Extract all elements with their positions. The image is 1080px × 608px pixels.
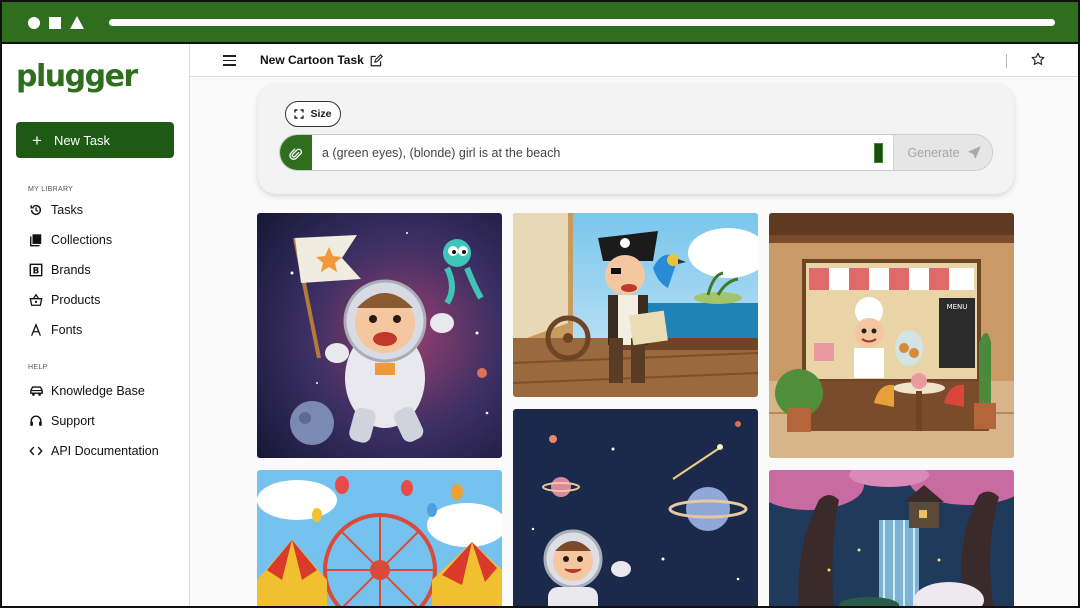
circle-icon[interactable]	[28, 17, 40, 29]
new-task-label: New Task	[53, 132, 111, 148]
car-icon	[28, 383, 44, 399]
history-icon	[28, 202, 44, 218]
headset-icon	[28, 413, 44, 429]
top-bar: New Cartoon Task	[190, 44, 1078, 77]
edit-icon[interactable]	[370, 54, 383, 72]
gallery-image-forest-waterfall[interactable]	[769, 470, 1014, 606]
page-title: New Cartoon Task	[260, 53, 364, 67]
font-icon	[28, 322, 44, 338]
paperclip-icon	[289, 148, 303, 160]
plus-icon: +	[32, 130, 42, 150]
sidebar-item-fonts[interactable]: Fonts	[28, 320, 82, 340]
gallery-image-carnival[interactable]	[257, 470, 502, 606]
generate-label: Generate	[907, 145, 960, 160]
gallery-image-astronaut-planets[interactable]	[513, 409, 758, 606]
sidebar-item-tasks[interactable]: Tasks	[28, 200, 83, 220]
menu-icon[interactable]	[223, 55, 236, 66]
library-section-label: MY LIBRARY	[28, 186, 74, 193]
collections-icon	[28, 232, 44, 248]
sidebar-item-knowledge-base[interactable]: Knowledge Base	[28, 381, 145, 401]
sidebar-item-label: Knowledge Base	[51, 384, 145, 398]
image: MENU	[769, 213, 1014, 458]
sidebar-item-support[interactable]: Support	[28, 411, 95, 431]
image	[769, 470, 1014, 606]
new-task-button[interactable]: + New Task	[16, 122, 174, 158]
size-label: Size	[310, 108, 332, 120]
brands-icon: B	[28, 262, 44, 278]
browser-bar	[2, 2, 1078, 44]
svg-text:MENU: MENU	[947, 303, 968, 311]
prompt-bar: Generate	[279, 134, 993, 171]
gallery-image-astronaut-space[interactable]	[257, 213, 502, 458]
svg-text:B: B	[33, 267, 40, 277]
image	[513, 409, 758, 606]
sidebar-item-label: Fonts	[51, 323, 83, 337]
app-window: plugger + New Task MY LIBRARY Tasks Coll…	[0, 0, 1080, 608]
gallery-image-pirate-ship[interactable]	[513, 213, 758, 397]
sidebar-item-label: Products	[51, 293, 101, 307]
sidebar-item-brands[interactable]: B Brands	[28, 260, 91, 280]
square-icon[interactable]	[49, 17, 61, 29]
sidebar-item-label: Collections	[51, 233, 113, 247]
main-content: Size Generate	[190, 78, 1078, 606]
divider	[1006, 54, 1007, 68]
text-cursor	[874, 143, 883, 163]
sidebar-item-api-documentation[interactable]: API Documentation	[28, 441, 159, 461]
sidebar-item-label: API Documentation	[51, 444, 159, 458]
sidebar-item-collections[interactable]: Collections	[28, 230, 112, 250]
image	[257, 470, 502, 606]
size-button[interactable]: Size	[285, 101, 341, 127]
sidebar-item-label: Tasks	[51, 203, 83, 217]
basket-icon	[28, 292, 44, 308]
prompt-input[interactable]	[322, 135, 862, 170]
send-icon	[967, 146, 981, 159]
image	[257, 213, 502, 458]
resize-icon	[294, 109, 305, 119]
generate-button[interactable]: Generate	[893, 135, 992, 170]
logo-text: plugger	[16, 58, 138, 94]
logo[interactable]: plugger	[16, 56, 138, 96]
star-icon[interactable]	[1031, 52, 1045, 71]
triangle-icon[interactable]	[70, 16, 84, 29]
prompt-card: Size Generate	[258, 84, 1014, 194]
sidebar-item-label: Brands	[51, 263, 91, 277]
help-section-label: HELP	[28, 364, 48, 371]
attach-button[interactable]	[280, 135, 312, 170]
sidebar-item-label: Support	[51, 414, 95, 428]
sidebar: plugger + New Task MY LIBRARY Tasks Coll…	[2, 44, 190, 606]
image	[513, 213, 758, 397]
sidebar-item-products[interactable]: Products	[28, 290, 100, 310]
gallery-image-chef-bakery[interactable]: MENU	[769, 213, 1014, 458]
code-icon	[28, 443, 44, 459]
address-bar[interactable]	[109, 19, 1055, 26]
